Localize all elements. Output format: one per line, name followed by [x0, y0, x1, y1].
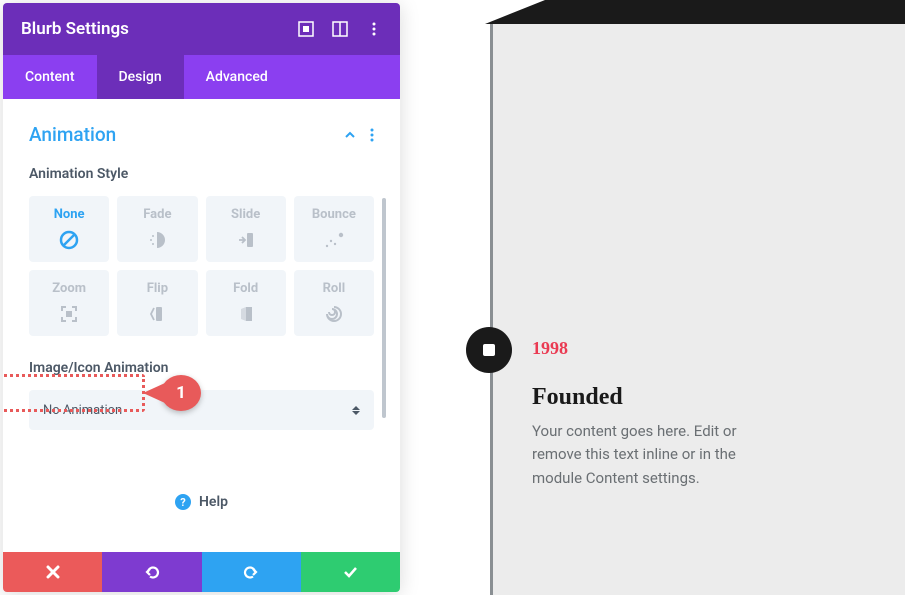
section-header: Animation [29, 123, 374, 146]
animation-style-label: Animation Style [29, 166, 374, 182]
tab-design[interactable]: Design [97, 55, 184, 99]
settings-panel: Blurb Settings Content Design Advanced A… [3, 3, 400, 592]
animation-style-grid: None Fade Slide Bounce Zoom Flip [29, 196, 374, 336]
preview-hero-strip [485, 0, 905, 24]
ban-icon [57, 228, 81, 252]
redo-button[interactable] [202, 552, 301, 592]
anim-option-roll[interactable]: Roll [294, 270, 374, 336]
anim-label: None [54, 207, 85, 222]
image-icon-animation-field: No Animation [29, 390, 374, 430]
roll-icon [322, 302, 346, 326]
page-preview: 1998 Founded Your content goes here. Edi… [430, 0, 905, 595]
anim-label: Flip [147, 281, 168, 296]
blurb-heading[interactable]: Founded [532, 384, 623, 411]
footer-bar [3, 552, 400, 592]
section-more-icon[interactable] [370, 128, 374, 142]
undo-icon [144, 564, 160, 580]
columns-icon[interactable] [332, 21, 348, 37]
anim-option-none[interactable]: None [29, 196, 109, 262]
help-link[interactable]: ? Help [29, 450, 374, 522]
anim-label: Fade [143, 207, 171, 222]
panel-header: Blurb Settings [3, 3, 400, 55]
stop-icon [483, 344, 495, 356]
anim-label: Zoom [52, 281, 86, 296]
tabs: Content Design Advanced [3, 55, 400, 99]
close-icon [46, 565, 60, 579]
anim-label: Slide [231, 207, 260, 222]
anim-option-fade[interactable]: Fade [117, 196, 197, 262]
fold-icon [234, 302, 258, 326]
tab-advanced[interactable]: Advanced [184, 55, 290, 99]
more-icon[interactable] [366, 21, 382, 37]
section-controls [344, 128, 374, 142]
anim-label: Fold [233, 281, 258, 296]
cancel-button[interactable] [3, 552, 102, 592]
anim-option-fold[interactable]: Fold [206, 270, 286, 336]
check-icon [342, 564, 358, 580]
header-icons [298, 21, 382, 37]
scrollbar[interactable] [382, 198, 386, 418]
expand-icon[interactable] [298, 21, 314, 37]
chevron-up-icon[interactable] [344, 129, 356, 141]
blurb-year[interactable]: 1998 [532, 338, 568, 359]
image-icon-animation-select[interactable]: No Animation [29, 390, 374, 430]
section-title[interactable]: Animation [29, 123, 116, 146]
timeline-marker[interactable] [466, 327, 512, 373]
zoom-icon [57, 302, 81, 326]
preview-body [493, 24, 905, 595]
help-label: Help [199, 494, 228, 510]
anim-label: Bounce [312, 207, 356, 222]
anim-label: Roll [323, 281, 346, 296]
slide-icon [234, 228, 258, 252]
help-icon: ? [175, 494, 191, 510]
bounce-icon [322, 228, 346, 252]
panel-body: Animation Animation Style None Fade Slid… [3, 99, 400, 552]
select-value: No Animation [43, 403, 122, 418]
select-caret-icon [352, 406, 360, 415]
anim-option-flip[interactable]: Flip [117, 270, 197, 336]
anim-option-zoom[interactable]: Zoom [29, 270, 109, 336]
flip-icon [145, 302, 169, 326]
save-button[interactable] [301, 552, 400, 592]
undo-button[interactable] [102, 552, 201, 592]
fade-icon [145, 228, 169, 252]
anim-option-slide[interactable]: Slide [206, 196, 286, 262]
blurb-body[interactable]: Your content goes here. Edit or remove t… [532, 420, 762, 490]
preview-left-column [430, 24, 490, 595]
redo-icon [243, 564, 259, 580]
anim-option-bounce[interactable]: Bounce [294, 196, 374, 262]
image-icon-animation-label: Image/Icon Animation [29, 360, 374, 376]
panel-title: Blurb Settings [21, 19, 298, 39]
tab-content[interactable]: Content [3, 55, 97, 99]
